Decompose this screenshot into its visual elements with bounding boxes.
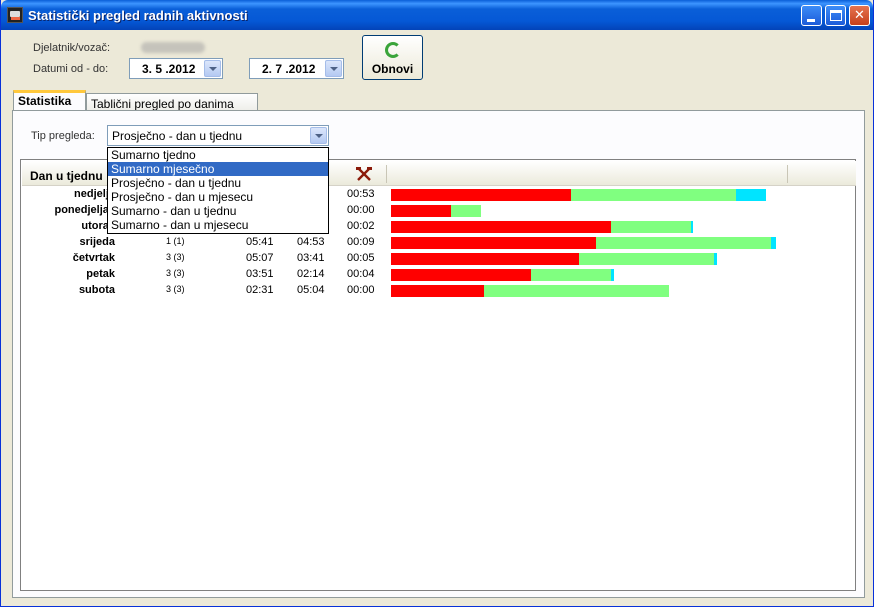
refresh-button-label: Obnovi <box>371 62 414 76</box>
bar-segment-cyan <box>771 237 776 249</box>
bar-segment-red <box>391 269 531 281</box>
minimize-button[interactable] <box>801 5 822 26</box>
date-to-dropdown-button[interactable] <box>325 60 342 77</box>
title-bar[interactable]: Statistički pregled radnih aktivnosti ✕ <box>1 0 873 30</box>
bar-segment-green <box>451 205 481 217</box>
header-separator <box>386 165 387 183</box>
view-type-option[interactable]: Prosječno - dan u tjednu <box>108 176 328 190</box>
row-time-2: 04:53 <box>297 236 325 248</box>
view-type-dropdown-button[interactable] <box>310 127 327 144</box>
table-row[interactable]: petak 3 (3) 03:51 02:14 00:04 <box>21 267 855 283</box>
row-time-1: 03:51 <box>246 268 274 280</box>
view-type-option[interactable]: Sumarno mjesečno <box>108 162 328 176</box>
close-button[interactable]: ✕ <box>849 5 870 26</box>
row-day: ponedjeljak <box>54 204 115 216</box>
bar-segment-red <box>391 189 571 201</box>
header-separator <box>787 165 788 183</box>
bar-segment-green <box>611 221 691 233</box>
bar-segment-red <box>391 285 484 297</box>
date-to-picker[interactable]: 2. 7 .2012 <box>249 58 344 79</box>
view-type-options: Sumarno tjedno Sumarno mjesečno Prosječno … <box>108 148 328 232</box>
date-from-value: 3. 5 .2012 <box>142 62 196 76</box>
bar-segment-red <box>391 221 611 233</box>
close-icon: ✕ <box>854 7 865 22</box>
row-count: 3 (3) <box>166 268 185 278</box>
view-type-listbox[interactable]: Sumarno tjedno Sumarno mjesečno Prosječno … <box>107 147 329 234</box>
table-row[interactable]: četvrtak 3 (3) 05:07 03:41 00:05 <box>21 251 855 267</box>
row-time-3: 00:00 <box>347 284 375 296</box>
row-day: srijeda <box>79 236 115 248</box>
row-day: četvrtak <box>72 252 115 264</box>
employee-label: Djelatnik/vozač: <box>33 42 111 54</box>
row-day: subota <box>78 284 115 296</box>
row-time-1: 05:07 <box>246 252 274 264</box>
bar-segment-green <box>571 189 736 201</box>
bar-segment-green <box>483 285 669 297</box>
date-from-picker[interactable]: 3. 5 .2012 <box>129 58 223 79</box>
bar-segment-red <box>391 237 596 249</box>
bar-segment-green <box>531 269 611 281</box>
row-time-3: 00:09 <box>347 236 375 248</box>
row-time-2: 02:14 <box>297 268 325 280</box>
employee-name-redacted <box>141 42 205 53</box>
view-type-option[interactable]: Sumarno - dan u tjednu <box>108 204 328 218</box>
bar-segment-cyan <box>713 253 717 265</box>
day-column-header[interactable]: Dan u tjednu <box>30 169 103 183</box>
tab-statistika[interactable]: Statistika <box>13 90 86 112</box>
window-title: Statistički pregled radnih aktivnosti <box>28 8 248 23</box>
bar-segment-cyan <box>736 189 766 201</box>
refresh-button[interactable]: Obnovi <box>362 35 423 80</box>
bar-segment-cyan <box>611 269 614 281</box>
maximize-button[interactable] <box>825 5 846 26</box>
view-type-label: Tip pregleda: <box>31 130 95 142</box>
bar-segment-green <box>596 237 771 249</box>
row-time-3: 00:00 <box>347 204 375 216</box>
view-type-option[interactable]: Prosječno - dan u mjesecu <box>108 190 328 204</box>
main-window: Statistički pregled radnih aktivnosti ✕ … <box>0 0 874 607</box>
view-type-option[interactable]: Sumarno tjedno <box>108 148 328 162</box>
row-count: 3 (3) <box>166 284 185 294</box>
view-type-option[interactable]: Sumarno - dan u mjesecu <box>108 218 328 232</box>
row-time-3: 00:53 <box>347 188 375 200</box>
row-time-3: 00:04 <box>347 268 375 280</box>
bar-segment-red <box>391 253 579 265</box>
view-type-value: Prosječno - dan u tjednu <box>112 129 243 143</box>
row-time-1: 05:41 <box>246 236 274 248</box>
row-time-2: 05:04 <box>297 284 325 296</box>
date-from-dropdown-button[interactable] <box>204 60 221 77</box>
refresh-icon <box>385 42 401 58</box>
view-type-combo[interactable]: Prosječno - dan u tjednu <box>107 125 329 146</box>
date-to-value: 2. 7 .2012 <box>262 62 316 76</box>
work-tools-icon <box>356 167 372 181</box>
row-time-3: 00:05 <box>347 252 375 264</box>
maximize-icon <box>830 10 842 21</box>
minimize-icon <box>807 19 815 22</box>
bar-segment-red <box>391 205 451 217</box>
row-time-1: 02:31 <box>246 284 274 296</box>
row-time-2: 03:41 <box>297 252 325 264</box>
table-row[interactable]: srijeda 1 (1) 05:41 04:53 00:09 <box>21 235 855 251</box>
row-count: 3 (3) <box>166 252 185 262</box>
row-day: petak <box>86 268 115 280</box>
dates-label: Datumi od - do: <box>33 63 109 75</box>
bar-segment-cyan <box>691 221 693 233</box>
app-icon <box>7 7 23 23</box>
row-time-3: 00:02 <box>347 220 375 232</box>
bar-segment-green <box>578 253 714 265</box>
row-count: 1 (1) <box>166 236 185 246</box>
table-row[interactable]: subota 3 (3) 02:31 05:04 00:00 <box>21 283 855 299</box>
